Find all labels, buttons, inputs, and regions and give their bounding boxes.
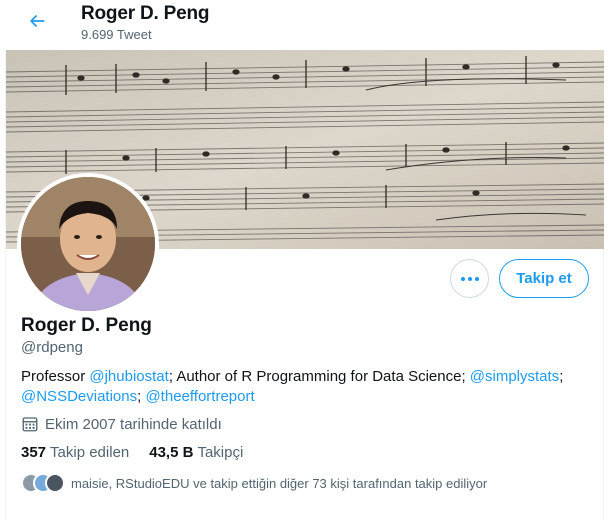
bio-text: ; Author of R Programming for Data Scien… — [168, 368, 470, 385]
following-label: Takip edilen — [50, 444, 130, 461]
avatar — [45, 473, 65, 493]
more-options-button[interactable] — [450, 259, 489, 298]
profile-avatar[interactable] — [17, 173, 159, 315]
profile-photo — [21, 177, 155, 311]
more-dot — [474, 276, 479, 281]
calendar-icon — [21, 415, 39, 433]
mention-link-nssdeviations[interactable]: @NSSDeviations — [21, 388, 137, 405]
arrow-left-icon — [27, 11, 47, 36]
followers-count: 43,5 B — [149, 444, 194, 461]
join-date: Ekim 2007 tarihinde katıldı — [21, 415, 222, 433]
followers-you-know[interactable]: maisie, RStudioEDU ve takip ettiğin diğe… — [21, 473, 487, 493]
following-count: 357 — [21, 444, 47, 461]
followers-you-know-text: maisie, RStudioEDU ve takip ettiğin diğe… — [71, 475, 488, 491]
following-link[interactable]: 357 Takip edilen — [21, 444, 129, 461]
followers-link[interactable]: 43,5 B Takipçi — [149, 444, 243, 461]
mention-link-theeffortreport[interactable]: @theeffortreport — [145, 388, 254, 405]
follow-button[interactable]: Takip et — [499, 259, 589, 298]
profile-header-bar: Roger D. Peng 9.699 Tweet — [0, 0, 609, 50]
join-date-text: Ekim 2007 tarihinde katıldı — [45, 415, 222, 433]
mutual-avatars — [21, 473, 65, 493]
bio-text: ; — [559, 368, 564, 385]
more-dot — [467, 276, 472, 281]
profile-handle: @rdpeng — [21, 339, 83, 356]
header-display-name: Roger D. Peng — [81, 3, 210, 24]
mention-link-jhubiostat[interactable]: @jhubiostat — [89, 368, 168, 385]
back-button[interactable] — [21, 7, 53, 39]
follow-stats: 357 Takip edilen 43,5 B Takipçi — [21, 444, 263, 461]
bio-text: Professor — [21, 368, 90, 385]
profile-bio: Professor @jhubiostat; Author of R Progr… — [21, 367, 591, 407]
profile-display-name: Roger D. Peng — [21, 315, 152, 336]
mention-link-simplystats[interactable]: @simplystats — [470, 368, 559, 385]
followers-label: Takipçi — [197, 444, 244, 461]
header-tweet-count: 9.699 Tweet — [81, 27, 152, 42]
more-dot — [460, 276, 465, 281]
